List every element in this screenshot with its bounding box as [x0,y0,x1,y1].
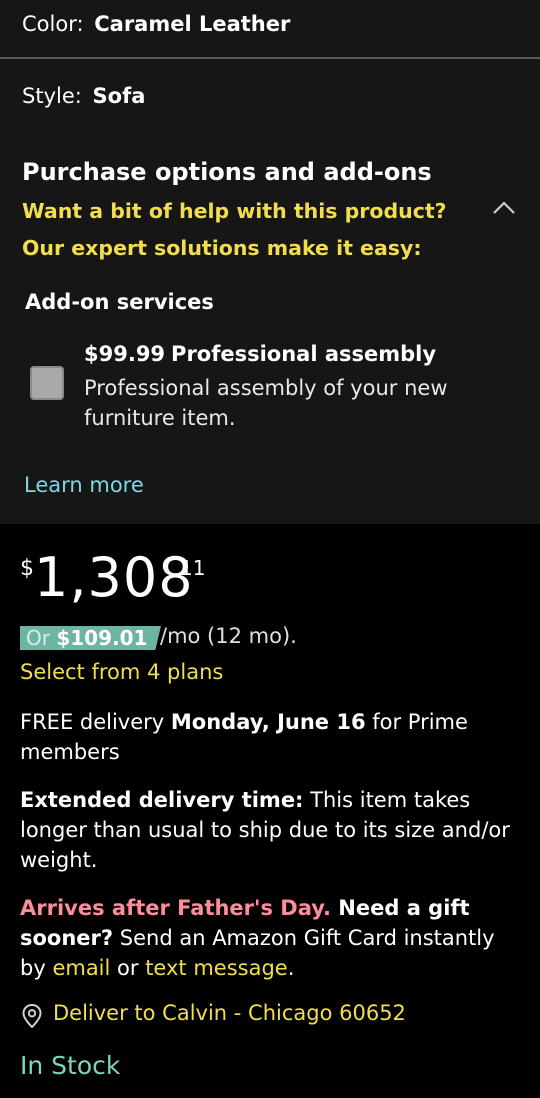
color-value: Caramel Leather [94,12,291,36]
extended-delivery: Extended delivery time: This item takes … [20,785,515,875]
email-link[interactable]: email [52,956,110,980]
delivery-prefix: FREE delivery [20,710,171,734]
help-line-2: Our expert solutions make it easy: [22,236,422,260]
monthly-prefix: Or [26,626,57,650]
chevron-up-icon[interactable] [490,196,518,220]
price-currency: $ [20,556,34,581]
assembly-name: Professional assembly [171,342,437,366]
arrival-alert: Arrives after Father's Day. [20,896,331,920]
arrival-text-2: or [110,956,146,980]
arrival-notice: Arrives after Father's Day. Need a gift … [20,893,525,983]
addon-services-title: Add-on services [25,290,214,314]
style-row[interactable]: Style: Sofa [22,84,145,108]
color-row[interactable]: Color: Caramel Leather [22,12,290,36]
color-label: Color: [22,12,84,36]
style-value: Sofa [92,84,146,108]
purchase-options-title: Purchase options and add-ons [22,158,432,186]
deliver-to-text: Deliver to Calvin - Chicago 60652 [53,1001,406,1025]
text-message-link[interactable]: text message [145,956,288,980]
help-line-1: Want a bit of help with this product? [22,199,447,223]
monthly-suffix: /mo (12 mo). [160,624,297,648]
extended-label: Extended delivery time: [20,788,304,812]
assembly-checkbox[interactable] [30,366,64,400]
location-pin-icon [20,1003,44,1029]
options-panel: Color: Caramel Leather Style: Sofa Purch… [0,0,540,524]
style-label: Style: [22,84,82,108]
assembly-description: Professional assembly of your new furnit… [84,376,448,430]
divider [0,57,540,59]
select-plans-link[interactable]: Select from 4 plans [20,660,223,684]
stock-status: In Stock [20,1051,121,1080]
arrival-text-3: . [287,956,295,980]
delivery-info: FREE delivery Monday, June 16 for Prime … [20,707,510,767]
monthly-amount: $109.01 [56,626,148,650]
monthly-badge: Or $109.01 [20,626,161,650]
price-fraction: 11 [180,556,206,580]
learn-more-link[interactable]: Learn more [24,473,144,497]
assembly-header: $99.99 Professional assembly [84,342,436,366]
price-whole: 1,308 [34,546,194,609]
delivery-date: Monday, June 16 [170,710,366,734]
assembly-price: $99.99 [84,342,166,366]
